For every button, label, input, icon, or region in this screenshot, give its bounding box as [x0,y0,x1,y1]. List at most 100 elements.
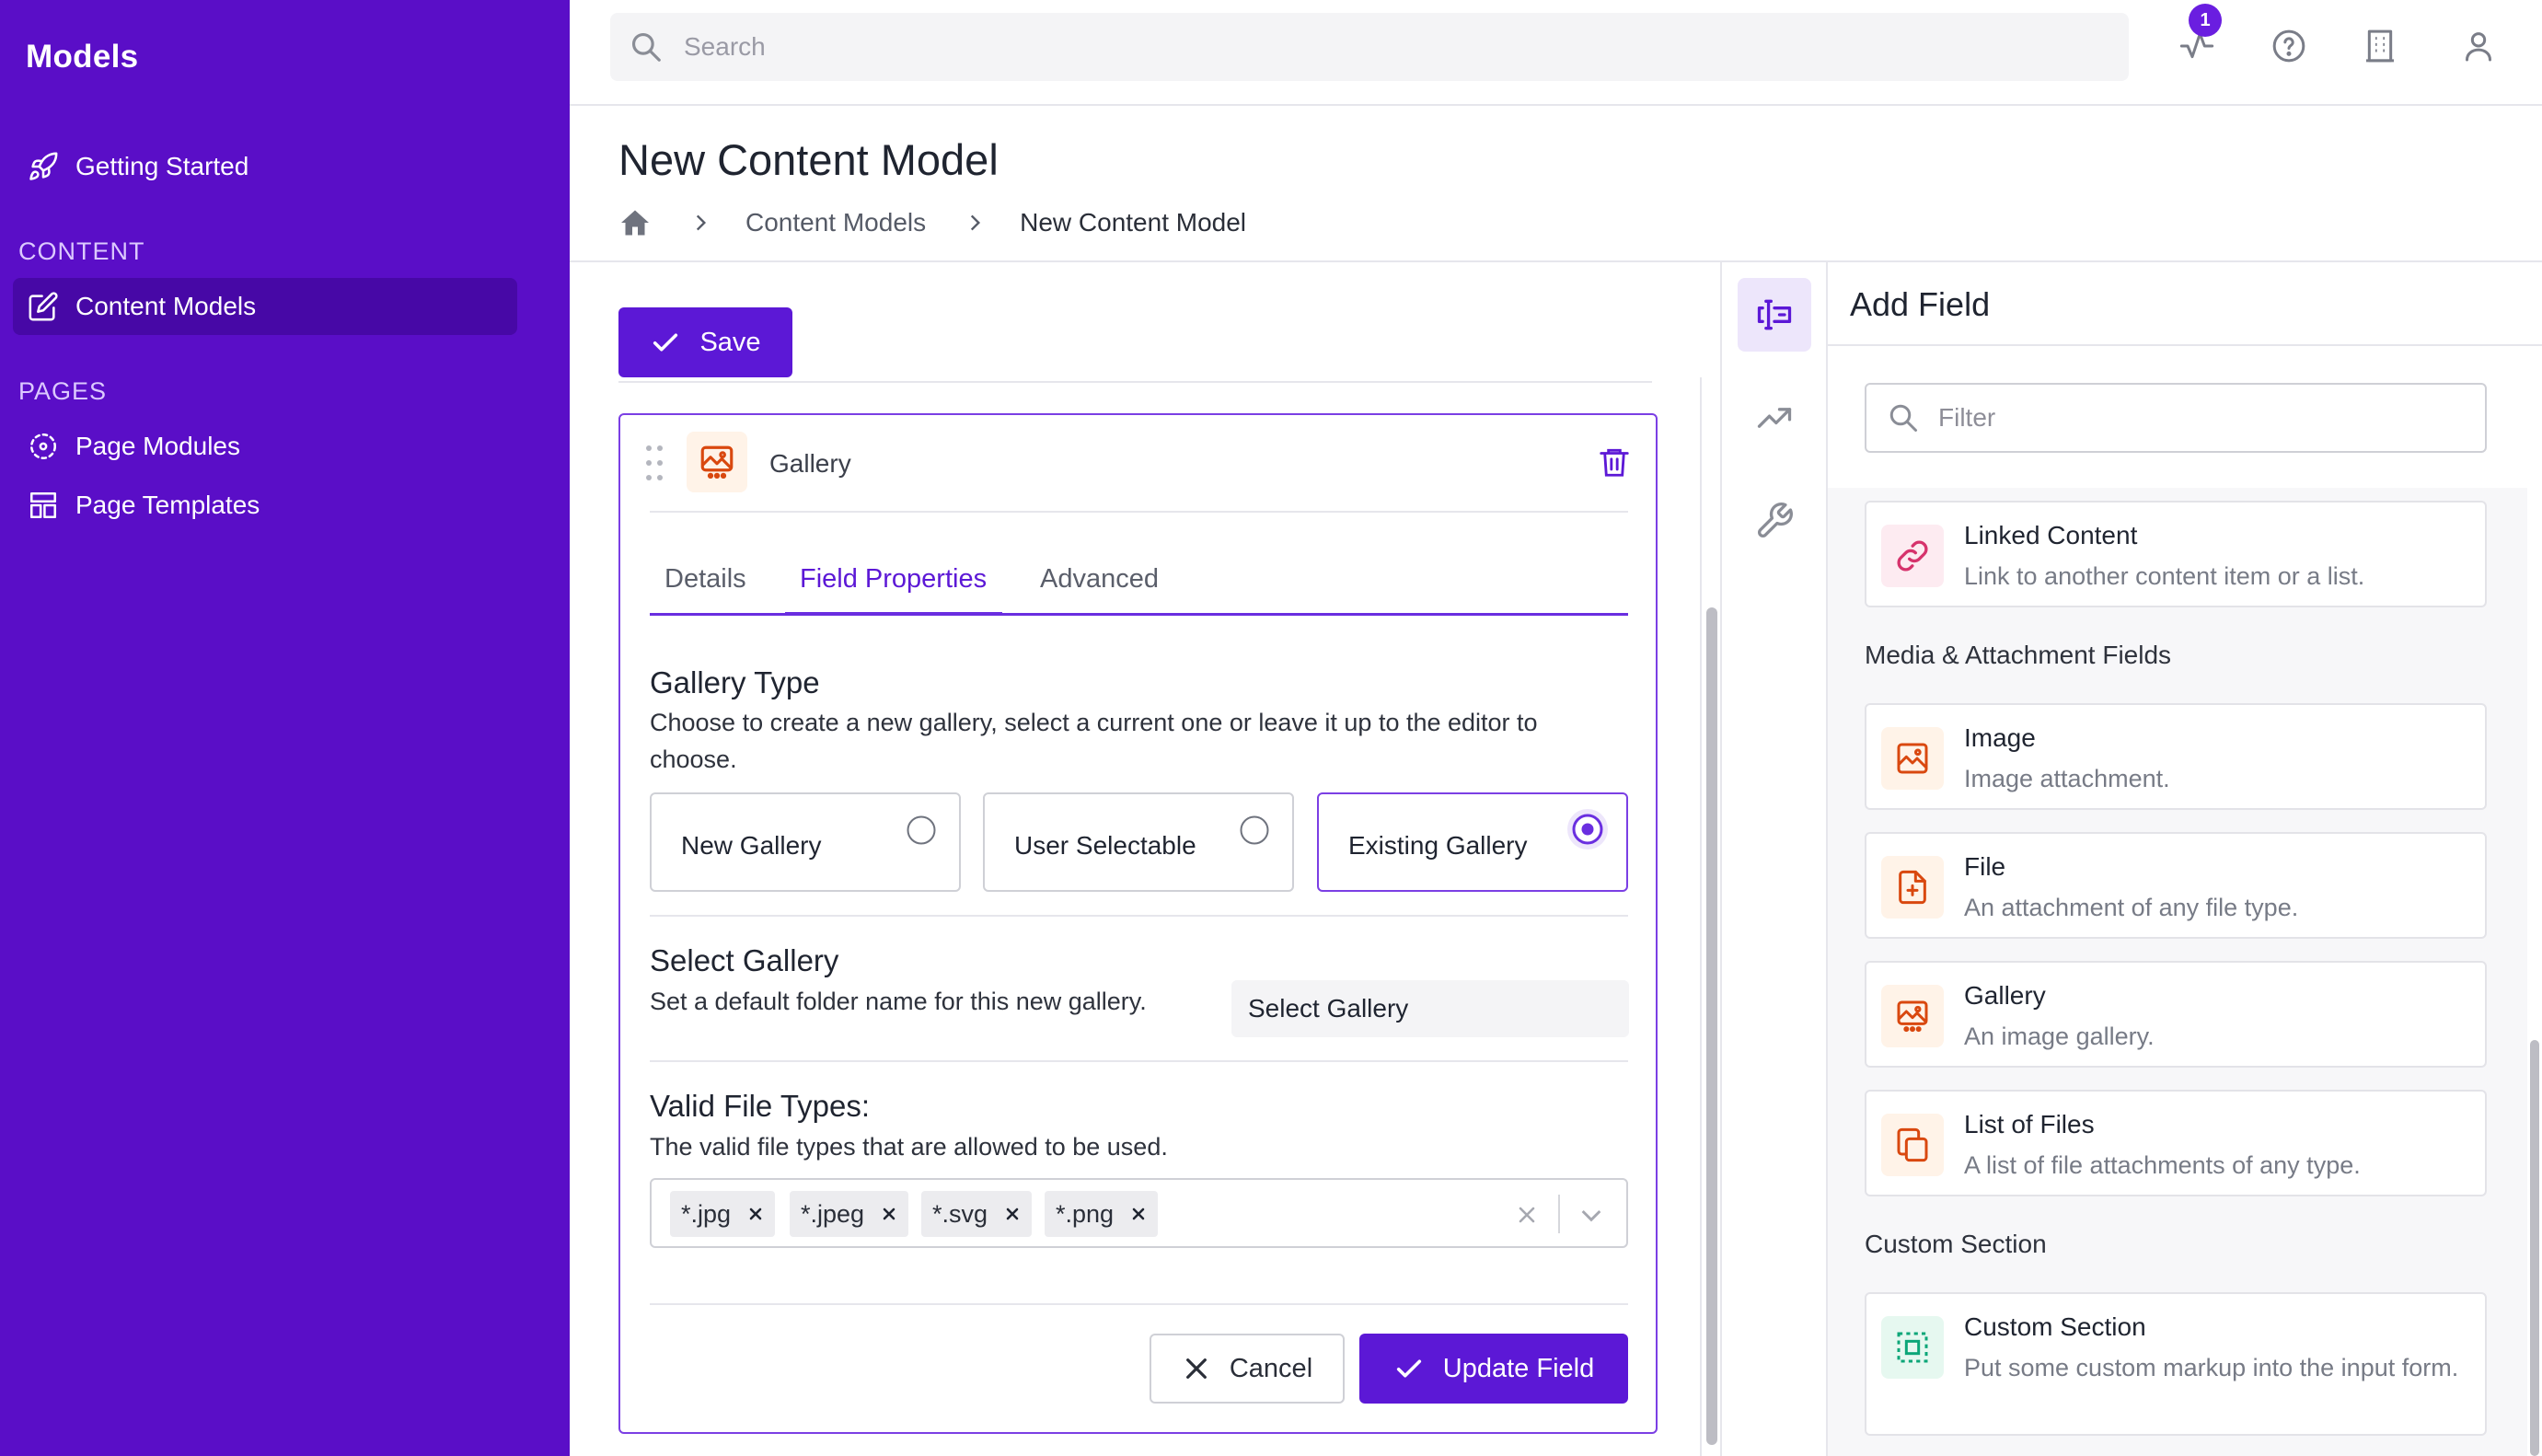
check-icon [650,327,681,358]
sidebar-item-label: Content Models [75,292,257,320]
gallery-icon [687,432,747,492]
settings-tool[interactable] [1738,484,1811,558]
select-gallery-dropdown[interactable]: Select Gallery [1231,980,1629,1037]
field-type-list-of-files[interactable]: List of Files A list of file attachments… [1865,1090,2487,1196]
trash-icon[interactable] [1597,445,1632,480]
file-types-description: The valid file types that are allowed to… [650,1133,1168,1161]
divider [570,260,2542,262]
field-type-gallery[interactable]: Gallery An image gallery. [1865,961,2487,1068]
cancel-label: Cancel [1229,1353,1313,1383]
chevron-down-icon[interactable] [1577,1200,1606,1230]
modules-icon [28,431,59,462]
scrollbar-thumb[interactable] [2530,1040,2539,1456]
edit-icon [28,291,59,322]
search-input[interactable] [684,32,2064,62]
sidebar-section-content: CONTENT [18,237,145,265]
file-types-multiselect[interactable]: *.jpg *.jpeg *.svg *.png [650,1178,1628,1248]
radio-empty-icon [1239,815,1270,846]
rocket-icon [28,151,59,182]
field-type-name: Linked Content [1964,521,2138,549]
building-icon[interactable] [2362,28,2398,64]
tab-details[interactable]: Details [664,542,746,616]
field-name: Gallery [769,449,851,478]
search-icon [629,29,664,64]
tab-advanced[interactable]: Advanced [1040,542,1159,616]
remove-tag-icon[interactable] [745,1204,766,1224]
field-type-name: List of Files [1964,1110,2095,1138]
field-type-image[interactable]: Image Image attachment. [1865,703,2487,810]
field-type-file[interactable]: File An attachment of any file type. [1865,832,2487,939]
form-field-icon [1757,299,1792,330]
link-icon [1881,525,1944,587]
update-field-button[interactable]: Update Field [1359,1334,1628,1404]
sidebar-item-getting-started[interactable]: Getting Started [13,138,517,195]
breadcrumb-content-models[interactable]: Content Models [745,208,926,237]
sidebar-item-content-models[interactable]: Content Models [13,278,517,335]
save-label: Save [699,327,761,357]
column-divider [1720,262,1722,1456]
radio-selected-icon [1566,807,1610,851]
home-icon[interactable] [618,206,652,239]
divider [650,1303,1628,1305]
radio-new-gallery[interactable]: New Gallery [650,792,961,892]
field-type-desc: A list of file attachments of any type. [1964,1151,2361,1179]
divider [650,1060,1628,1062]
breadcrumb: Content Models New Content Model [618,202,1246,243]
breadcrumb-current: New Content Model [1020,208,1247,237]
field-type-linked-content[interactable]: Linked Content Link to another content i… [1865,501,2487,607]
sidebar: Models Getting Started CONTENT Content M… [0,0,570,1456]
radio-label: Existing Gallery [1348,831,1528,860]
radio-existing-gallery[interactable]: Existing Gallery [1317,792,1628,892]
field-type-name: Gallery [1964,981,2046,1010]
field-editor-card: Gallery Details Field Properties Advance… [618,413,1658,1434]
user-icon[interactable] [2460,28,2497,64]
help-icon[interactable] [2270,28,2307,64]
field-type-desc: Put some custom markup into the input fo… [1964,1354,2459,1381]
filter-input[interactable] [1938,403,2454,433]
radio-empty-icon [906,815,937,846]
tab-field-properties[interactable]: Field Properties [800,542,987,616]
analytics-tool[interactable] [1738,381,1811,455]
tag-label: *.png [1056,1199,1115,1228]
save-button[interactable]: Save [618,307,792,377]
tag-label: *.jpeg [801,1199,865,1228]
remove-tag-icon[interactable] [1002,1204,1023,1224]
remove-tag-icon[interactable] [879,1204,899,1224]
group-title-media: Media & Attachment Fields [1865,641,2172,669]
gallery-icon [1881,985,1944,1047]
template-icon [28,490,59,521]
divider [1828,344,2542,346]
sidebar-title: Models [26,39,139,75]
remove-tag-icon[interactable] [1128,1204,1149,1224]
drag-handle-icon[interactable] [644,443,664,483]
update-label: Update Field [1442,1353,1595,1383]
field-type-desc: Image attachment. [1964,765,2170,792]
cancel-button[interactable]: Cancel [1150,1334,1345,1404]
add-field-title: Add Field [1850,285,1991,323]
wrench-icon [1758,503,1793,537]
active-tab-indicator [785,612,1002,616]
sidebar-item-label: Page Templates [75,491,260,519]
add-field-tool[interactable] [1738,278,1811,352]
separator [1558,1195,1560,1233]
scroll-track [1700,377,1702,1456]
field-type-name: Custom Section [1964,1312,2146,1341]
field-type-custom-section[interactable]: Custom Section Put some custom markup in… [1865,1292,2487,1436]
file-type-tag: *.png [1045,1191,1159,1237]
close-icon [1182,1354,1211,1383]
clear-all-icon[interactable] [1514,1202,1540,1228]
sidebar-item-page-modules[interactable]: Page Modules [13,418,517,475]
sidebar-item-page-templates[interactable]: Page Templates [13,477,517,534]
scrollbar-thumb[interactable] [1706,607,1717,1445]
file-type-tag: *.svg [921,1191,1033,1237]
select-gallery-title: Select Gallery [650,943,839,977]
search-icon [1887,401,1920,434]
file-type-tag: *.jpg [670,1191,776,1237]
search-bar[interactable] [610,13,2129,81]
radio-user-selectable[interactable]: User Selectable [983,792,1294,892]
filter-bar[interactable] [1865,383,2487,453]
divider [618,381,1652,383]
chevron-right-icon [688,211,712,235]
field-type-desc: An image gallery. [1964,1023,2155,1050]
file-types-title: Valid File Types: [650,1089,871,1123]
